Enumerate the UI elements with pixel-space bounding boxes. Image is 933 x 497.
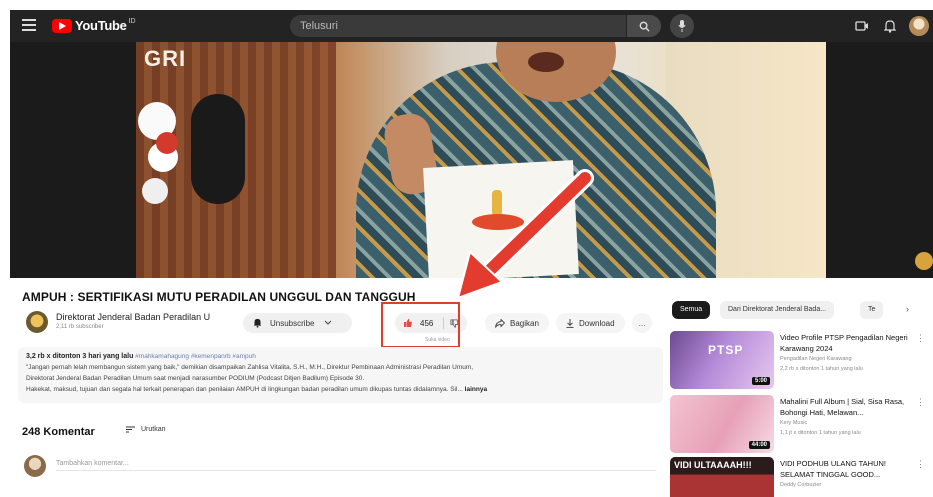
chip-related[interactable]: Te: [860, 301, 884, 319]
logo-text: YouTube: [75, 18, 127, 33]
unsubscribe-label: Unsubscribe: [270, 318, 315, 328]
description-line: "Jangan pernah lelah membangun sistem ya…: [26, 364, 474, 371]
more-vert-icon[interactable]: ⋮: [916, 459, 925, 470]
channel-name[interactable]: Direktorat Jenderal Badan Peradilan U: [56, 312, 210, 322]
download-icon: [566, 318, 574, 328]
share-label: Bagikan: [510, 318, 539, 328]
chip-from-channel[interactable]: Dari Direktorat Jenderal Bada...: [720, 301, 835, 319]
recommendation-meta: 2,2 rb x ditonton 1 tahun yang lalu: [780, 366, 863, 372]
description-box[interactable]: 3,2 rb x ditonton 3 hari yang lalu #mahk…: [18, 347, 663, 403]
cake-candle: [492, 190, 502, 216]
add-comment-input[interactable]: Tambahkan komentar...: [56, 460, 656, 471]
top-bar: YouTube ID Telusuri: [10, 10, 933, 42]
recommendation-title[interactable]: VIDI PODHUB ULANG TAHUN! SELAMAT TINGGAL…: [780, 458, 910, 480]
unsubscribe-button[interactable]: Unsubscribe: [243, 313, 353, 333]
menu-icon[interactable]: [22, 19, 36, 31]
sort-label: Urutkan: [141, 426, 166, 433]
view-count-date: 3,2 rb x ditonton 3 hari yang lalu: [26, 353, 134, 360]
bell-icon: [253, 318, 262, 328]
more-vert-icon[interactable]: ⋮: [916, 333, 925, 344]
recommendation-channel[interactable]: Pengadilan Negeri Karawang: [780, 356, 852, 362]
sort-icon: [126, 426, 135, 433]
create-icon: [855, 21, 868, 31]
download-label: Download: [579, 318, 615, 328]
voice-search-button[interactable]: [670, 14, 694, 38]
video-duration: 44:00: [748, 441, 770, 449]
description-line: Hakekat, maksud, tujuan dan segala hal t…: [26, 386, 463, 393]
description-line: Direktorat Jenderal Badan Peradilan Umum…: [26, 375, 365, 382]
thumbnail-text: VIDI ULTAAAAH!!!: [674, 460, 752, 470]
create-button[interactable]: [854, 18, 870, 34]
video-frame: GRI: [136, 42, 826, 278]
description-line-last: Hakekat, maksud, tujuan dan segala hal t…: [26, 384, 655, 395]
notifications-button[interactable]: [882, 18, 898, 34]
recommendation-item[interactable]: VIDI ULTAAAAH!!! VIDI PODHUB ULANG TAHUN…: [670, 457, 930, 497]
chevron-down-icon: [325, 320, 332, 325]
play-logo-icon: [52, 18, 72, 33]
recommendation-channel[interactable]: Deddy Corbuzier: [780, 482, 821, 488]
share-button[interactable]: Bagikan: [485, 313, 549, 333]
video-overlay-text: GRI: [144, 46, 187, 71]
channel-subscriber-count: 2,11 rb subscriber: [56, 324, 104, 330]
more-vert-icon[interactable]: ⋮: [916, 397, 925, 408]
show-more-link[interactable]: lainnya: [465, 386, 487, 393]
rose-decoration: [156, 132, 178, 154]
like-tooltip: Suka video: [425, 337, 450, 343]
recommendation-channel[interactable]: Kery Music: [780, 420, 807, 426]
share-icon: [495, 318, 505, 328]
bell-icon: [884, 19, 896, 33]
more-actions-button[interactable]: ...: [632, 313, 652, 333]
podcast-mic: [191, 94, 245, 204]
search-icon: [639, 21, 650, 32]
chip-all[interactable]: Semua: [672, 301, 711, 319]
recommendation-item[interactable]: 44:00 Mahalini Full Album | Sial, Sisa R…: [670, 395, 930, 455]
video-title: AMPUH : SERTIFIKASI MUTU PERADILAN UNGGU…: [22, 290, 416, 304]
search-input[interactable]: Telusuri: [290, 15, 626, 37]
recommendation-title[interactable]: Mahalini Full Album | Sial, Sisa Rasa, B…: [780, 396, 910, 418]
cake-illustration: [472, 214, 524, 230]
mic-icon: [678, 20, 686, 32]
hashtags[interactable]: #mahkamahagung #kemenpanrb #ampuh: [135, 353, 256, 360]
user-avatar: [24, 455, 46, 477]
channel-avatar[interactable]: [26, 311, 48, 333]
video-player[interactable]: GRI: [10, 42, 933, 278]
chevron-right-icon[interactable]: ›: [906, 304, 909, 314]
video-duration: 5:00: [751, 377, 770, 385]
logo-region: ID: [128, 18, 136, 25]
recommendation-meta: 1,1 jt x ditonton 1 tahun yang lalu: [780, 430, 861, 436]
account-avatar[interactable]: [909, 16, 929, 36]
comment-count: 248 Komentar: [22, 426, 95, 438]
video-thumbnail[interactable]: 44:00: [670, 395, 774, 453]
description-meta-row: 3,2 rb x ditonton 3 hari yang lalu #mahk…: [26, 351, 655, 362]
video-thumbnail[interactable]: VIDI ULTAAAAH!!!: [670, 457, 774, 497]
player-scroll-indicator[interactable]: [915, 252, 933, 270]
speaker-mouth: [528, 52, 564, 72]
sort-comments-button[interactable]: Urutkan: [126, 426, 166, 433]
recommendation-item[interactable]: PTSP 5:00 Video Profile PTSP Pengadilan …: [670, 331, 930, 391]
thumbnail-text: PTSP: [708, 343, 744, 357]
video-thumbnail[interactable]: PTSP 5:00: [670, 331, 774, 389]
search-button[interactable]: [627, 15, 661, 37]
download-button[interactable]: Download: [556, 313, 625, 333]
youtube-logo[interactable]: YouTube ID: [52, 18, 136, 33]
recommendation-title[interactable]: Video Profile PTSP Pengadilan Negeri Kar…: [780, 332, 910, 354]
